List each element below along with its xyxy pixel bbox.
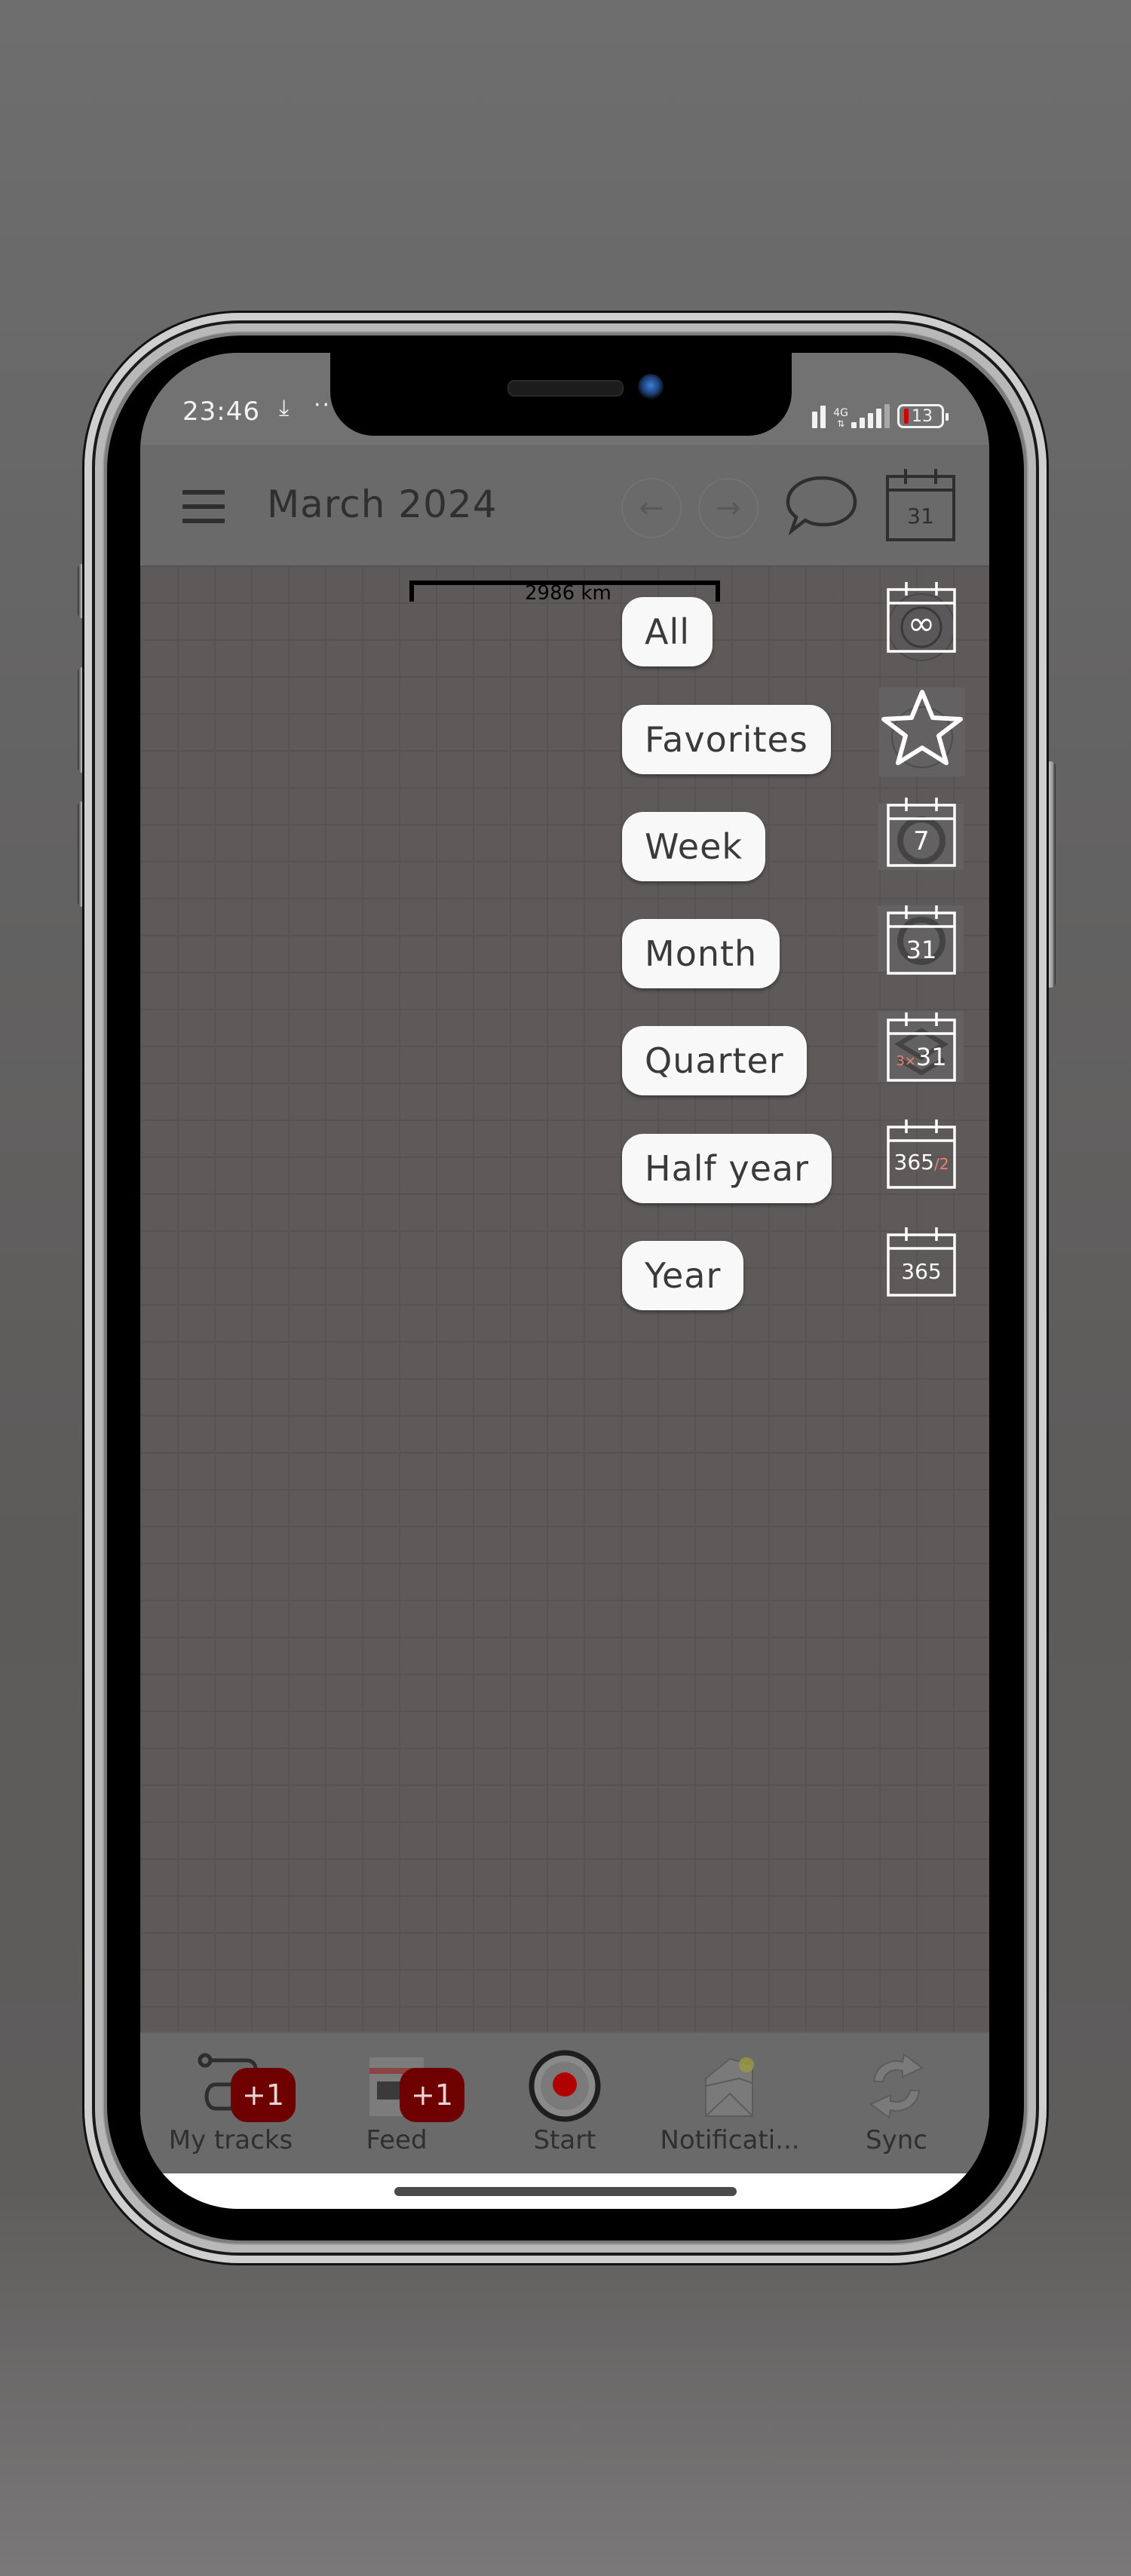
week-button[interactable]: 7 [878, 792, 964, 870]
menu-item-half-year[interactable]: Half year [622, 1134, 832, 1203]
month-icon-text: 31 [906, 936, 937, 964]
status-bar: 23:46 ⤓ ·· 4G ⇅ 13 [140, 353, 989, 445]
battery-icon: 13 [897, 404, 949, 428]
half-year-divisor: /2 [933, 1155, 949, 1173]
my-tracks-badge: +1 [231, 2068, 296, 2122]
year-button[interactable]: 365 [884, 1221, 959, 1297]
menu-item-label: Favorites [645, 719, 808, 760]
battery-percent: 13 [912, 406, 933, 426]
chat-bubble-icon[interactable] [784, 472, 860, 540]
menu-item-year[interactable]: Year [622, 1241, 744, 1310]
badge-count: +1 [410, 2078, 454, 2112]
infinity-symbol: ∞ [907, 605, 936, 643]
nav-sync[interactable]: Sync [821, 2048, 972, 2155]
app-bar: March 2024 ← → 31 [140, 445, 989, 567]
nav-label: Start [533, 2125, 596, 2155]
battery-level-indicator [904, 409, 909, 424]
calendar-period-button[interactable]: 31 [884, 467, 957, 543]
menu-item-favorites[interactable]: Favorites [622, 705, 831, 774]
menu-item-all[interactable]: All [622, 597, 713, 666]
quarter-multiplier: 3× [896, 1053, 916, 1069]
star-icon [881, 690, 963, 768]
quarter-icon-text: 31 [915, 1043, 947, 1071]
map-view[interactable]: 2986 km All Favorites Week Month Quarter… [140, 565, 989, 2144]
wifi-signal-icon [812, 406, 826, 428]
nav-feed[interactable]: +1 Feed [321, 2048, 472, 2155]
status-time: 23:46 [182, 397, 260, 427]
bottom-navigation: +1 My tracks +1 Feed Start Notificati...… [140, 2032, 989, 2175]
previous-period-button[interactable]: ← [621, 478, 682, 538]
menu-item-label: All [645, 611, 691, 652]
speaker-grille [507, 380, 624, 397]
network-type-label: 4G [833, 407, 848, 419]
more-notifications-icon: ·· [314, 392, 332, 418]
badge-count: +1 [241, 2078, 285, 2112]
half-year-button[interactable]: 365/2 [884, 1113, 959, 1189]
screen: 23:46 ⤓ ·· 4G ⇅ 13 March 2024 ← → 31 298… [140, 353, 989, 2209]
menu-item-label: Year [645, 1255, 722, 1296]
nav-start[interactable]: Start [489, 2048, 640, 2155]
quarter-button[interactable]: 3×31 [878, 1006, 964, 1082]
nav-label: Sync [866, 2125, 927, 2155]
power-button [1045, 761, 1056, 988]
menu-item-week[interactable]: Week [622, 812, 766, 881]
half-year-icon-text: 365 [893, 1150, 934, 1175]
next-period-button[interactable]: → [698, 478, 759, 538]
nav-my-tracks[interactable]: +1 My tracks [155, 2048, 306, 2155]
status-icons: 4G ⇅ 13 [812, 398, 949, 428]
nav-label: Feed [366, 2125, 428, 2155]
record-icon [529, 2050, 601, 2122]
quarter-icon-label: 3×31 [884, 1043, 959, 1071]
arrow-left-icon: ← [639, 491, 664, 525]
calendar-day-label: 31 [907, 504, 934, 528]
cellular-signal-icon: 4G ⇅ [833, 404, 890, 428]
feed-badge: +1 [400, 2068, 464, 2122]
half-year-icon-label: 365/2 [884, 1150, 959, 1175]
nav-notifications[interactable]: Notificati... [654, 2048, 805, 2155]
favorites-button[interactable] [879, 688, 965, 776]
menu-item-label: Month [645, 933, 758, 974]
week-icon-text: 7 [913, 826, 930, 856]
menu-item-label: Week [645, 826, 743, 867]
menu-icon[interactable] [182, 490, 225, 523]
envelope-icon [705, 2057, 754, 2117]
arrow-right-icon: → [716, 491, 741, 525]
map-scale-label: 2986 km [525, 582, 611, 605]
menu-item-label: Half year [645, 1148, 809, 1189]
front-camera [638, 374, 664, 400]
download-icon: ⤓ [279, 395, 290, 421]
home-indicator[interactable] [394, 2187, 737, 2196]
all-period-button[interactable]: ∞ [884, 580, 959, 661]
menu-item-quarter[interactable]: Quarter [622, 1026, 807, 1095]
year-icon-text: 365 [901, 1259, 942, 1284]
page-title: March 2024 [267, 482, 498, 526]
nav-label: Notificati... [660, 2125, 800, 2155]
menu-item-month[interactable]: Month [622, 919, 780, 988]
nav-label: My tracks [168, 2125, 293, 2155]
menu-item-label: Quarter [645, 1040, 784, 1081]
sync-icon [869, 2053, 924, 2119]
month-button[interactable]: 31 [878, 899, 964, 975]
notch [330, 353, 792, 436]
